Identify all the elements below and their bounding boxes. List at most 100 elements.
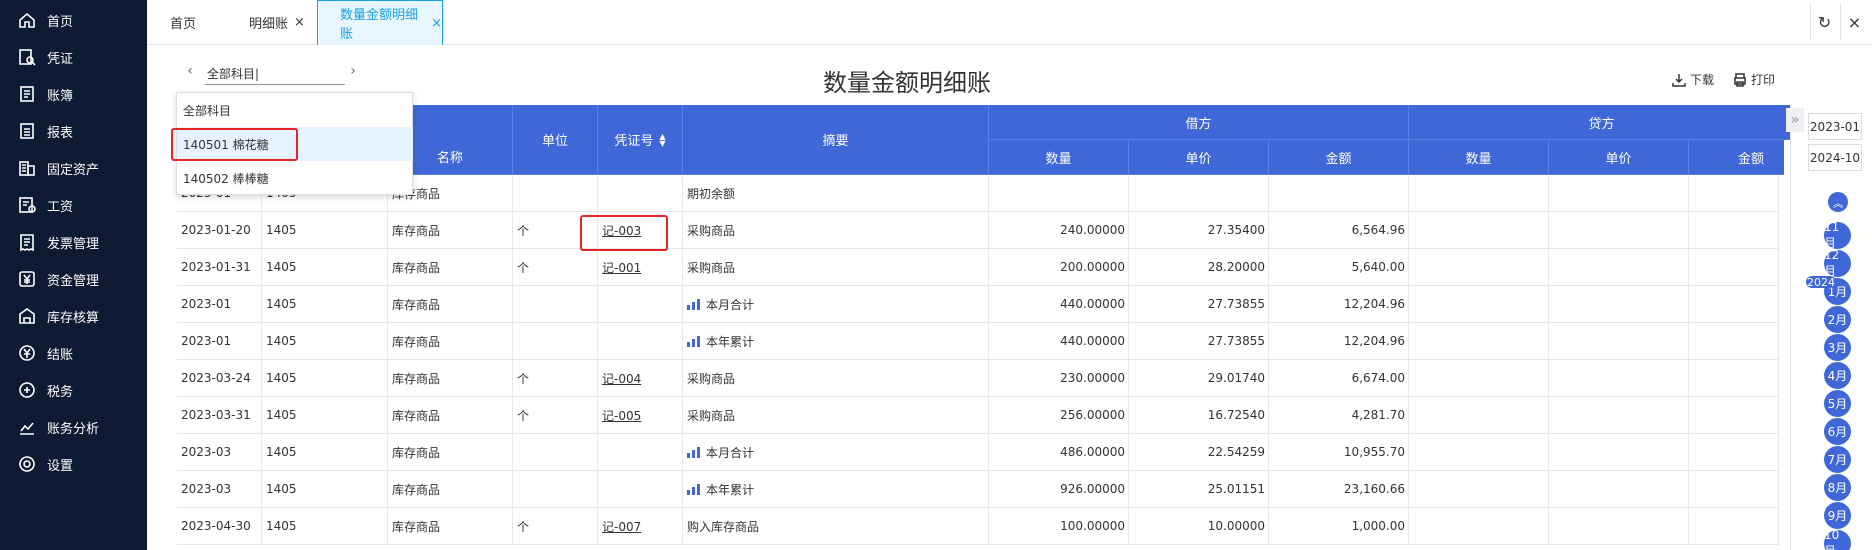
table-row[interactable]: 2023-03-31 1405 库存商品 个 记-005 采购商品 256.00000 16.… bbox=[177, 397, 1779, 434]
voucher-search-icon bbox=[16, 46, 38, 68]
cell-text[interactable]: 记-007 bbox=[602, 518, 641, 535]
month-button[interactable]: 6月 bbox=[1824, 418, 1851, 445]
period-end[interactable]: 2024-10 bbox=[1808, 144, 1862, 171]
cell-text[interactable]: 记-005 bbox=[602, 407, 641, 424]
cell-c-price bbox=[1549, 175, 1689, 211]
scroll-up-icon[interactable]: ︽ bbox=[1828, 192, 1848, 212]
download-button[interactable]: 下载 bbox=[1672, 71, 1714, 88]
sidebar-item[interactable]: 资金管理 bbox=[0, 263, 147, 295]
tab-label: 首页 bbox=[170, 17, 197, 32]
cell-text[interactable]: 记-004 bbox=[602, 370, 641, 387]
month-button[interactable]: 10月 bbox=[1824, 528, 1851, 550]
table-row[interactable]: 2023-04-30 1405 库存商品 个 记-007 购入库存商品 100.00000 1… bbox=[177, 508, 1779, 545]
month-button[interactable]: 9月 bbox=[1824, 502, 1851, 529]
month-button[interactable]: 11月 bbox=[1824, 220, 1851, 250]
header-credit-amount: 金额 bbox=[1689, 140, 1784, 175]
cell-name: 库存商品 bbox=[388, 508, 513, 544]
sidebar-item[interactable]: 结账 bbox=[0, 337, 147, 369]
cell-c-qty bbox=[1409, 323, 1549, 359]
bar-chart-icon[interactable] bbox=[687, 446, 700, 458]
sidebar-item-label: 设置 bbox=[47, 458, 74, 474]
sort-icon[interactable]: ▲ ▼ bbox=[659, 132, 665, 147]
cell-voucher bbox=[598, 471, 683, 507]
cell-text[interactable]: 记-001 bbox=[602, 259, 641, 276]
cell-amount: 4,281.70 bbox=[1269, 397, 1409, 433]
close-icon[interactable]: × bbox=[431, 16, 442, 31]
table-row[interactable]: 2023-03 1405 库存商品 本月合计 486.00000 22.54259 10,9… bbox=[177, 434, 1779, 471]
cell-c-price bbox=[1549, 212, 1689, 248]
bar-chart-icon[interactable] bbox=[687, 298, 700, 310]
cell-text: 本年累计 bbox=[706, 482, 755, 497]
cell-text: 采购商品 bbox=[687, 260, 736, 275]
cell-date: 2023-03 bbox=[177, 471, 262, 507]
cell-summary: 采购商品 bbox=[683, 249, 989, 285]
sidebar-item[interactable]: 设置 bbox=[0, 448, 147, 480]
month-button[interactable]: 8月 bbox=[1824, 474, 1851, 501]
month-button[interactable]: 12月 bbox=[1824, 248, 1851, 278]
table-row[interactable]: 2023-01 1405 库存商品 本月合计 440.00000 27.73855 12,2… bbox=[177, 286, 1779, 323]
cell-text: 6,564.96 bbox=[1351, 223, 1405, 237]
cell-voucher[interactable]: 记-005 bbox=[598, 397, 683, 433]
collapse-icon[interactable]: » bbox=[1786, 108, 1804, 132]
cell-voucher[interactable]: 记-004 bbox=[598, 360, 683, 396]
cell-text: 采购商品 bbox=[687, 408, 736, 423]
refresh-icon[interactable]: ↻ bbox=[1810, 3, 1838, 41]
month-button[interactable]: 4月 bbox=[1824, 362, 1851, 389]
cell-price: 29.01740 bbox=[1129, 360, 1269, 396]
sidebar-item[interactable]: 发票管理 bbox=[0, 226, 147, 258]
tab-qty-amount-ledger[interactable]: 数量金额明细账 × bbox=[317, 0, 443, 45]
bar-chart-icon[interactable] bbox=[687, 483, 700, 495]
table-row[interactable]: 2023-03 1405 库存商品 本年累计 926.00000 25.01151 23,1… bbox=[177, 471, 1779, 508]
cell-amount: 6,674.00 bbox=[1269, 360, 1409, 396]
cell-unit bbox=[513, 175, 598, 211]
cell-text: 库存商品 bbox=[392, 223, 441, 238]
sidebar-item[interactable]: 库存核算 bbox=[0, 300, 147, 332]
period-start[interactable]: 2023-01 bbox=[1808, 113, 1862, 140]
tab-home[interactable]: 首页 bbox=[170, 0, 196, 45]
cell-price: 27.35400 bbox=[1129, 212, 1269, 248]
sidebar-item[interactable]: 首页 bbox=[0, 4, 147, 36]
cell-text: 28.20000 bbox=[1207, 260, 1265, 274]
cell-voucher[interactable]: 记-007 bbox=[598, 508, 683, 544]
cell-text: 库存商品 bbox=[392, 334, 441, 349]
cell-date: 2023-03 bbox=[177, 434, 262, 470]
cell-text: 27.73855 bbox=[1207, 297, 1265, 311]
sidebar-item[interactable]: 报表 bbox=[0, 115, 147, 147]
sidebar-item[interactable]: 账务分析 bbox=[0, 411, 147, 443]
cell-price: 27.73855 bbox=[1129, 286, 1269, 322]
print-button[interactable]: 打印 bbox=[1733, 71, 1775, 88]
sidebar: 首页凭证账簿报表固定资产工资发票管理资金管理库存核算结账税务账务分析设置 bbox=[0, 0, 147, 550]
cell-text: 10,955.70 bbox=[1343, 445, 1405, 459]
cell-c-price bbox=[1549, 434, 1689, 470]
cell-text: 2023-01 bbox=[181, 297, 232, 311]
dropdown-option[interactable]: 全部科目 bbox=[177, 93, 413, 127]
table-row[interactable]: 2023-011405库存商品期初余额 bbox=[177, 175, 1779, 212]
close-icon[interactable]: × bbox=[1840, 3, 1868, 41]
sidebar-item-label: 工资 bbox=[47, 199, 74, 215]
sidebar-item-label: 税务 bbox=[47, 384, 74, 400]
dropdown-option[interactable]: 140502 棒棒糖 bbox=[177, 161, 413, 195]
sidebar-item[interactable]: 税务 bbox=[0, 374, 147, 406]
table-row[interactable]: 2023-01-20 1405 库存商品个记-003 采购商品 240.00000 27.… bbox=[177, 212, 1779, 249]
cell-voucher[interactable]: 记-001 bbox=[598, 249, 683, 285]
sidebar-item[interactable]: 账簿 bbox=[0, 78, 147, 110]
table-row[interactable]: 2023-03-24 1405 库存商品 个 记-004 采购商品 230.00000 29.… bbox=[177, 360, 1779, 397]
month-button[interactable]: 7月 bbox=[1824, 446, 1851, 473]
cell-summary: 采购商品 bbox=[683, 397, 989, 433]
cell-price: 22.54259 bbox=[1129, 434, 1269, 470]
month-button[interactable]: 3月 bbox=[1824, 334, 1851, 361]
month-button[interactable]: 5月 bbox=[1824, 390, 1851, 417]
sidebar-item[interactable]: 工资 bbox=[0, 189, 147, 221]
cell-name: 库存商品 bbox=[388, 212, 513, 248]
table-row[interactable]: 2023-01 1405 库存商品 本年累计 440.00000 27.73855 12,2… bbox=[177, 323, 1779, 360]
sidebar-item-label: 凭证 bbox=[47, 51, 74, 67]
table-row[interactable]: 2023-01-31 1405 库存商品 个 记-001 采购商品 200.00000 28.… bbox=[177, 249, 1779, 286]
cell-code: 1405 bbox=[262, 508, 388, 544]
header-voucher[interactable]: 凭证号 ▲ ▼ bbox=[598, 105, 683, 175]
sidebar-item[interactable]: 固定资产 bbox=[0, 152, 147, 184]
tab-ledger[interactable]: 明细账 × bbox=[249, 0, 305, 45]
month-button[interactable]: 2月 bbox=[1824, 306, 1851, 333]
sidebar-item[interactable]: 凭证 bbox=[0, 41, 147, 73]
bar-chart-icon[interactable] bbox=[687, 335, 700, 347]
close-icon[interactable]: × bbox=[294, 15, 305, 30]
